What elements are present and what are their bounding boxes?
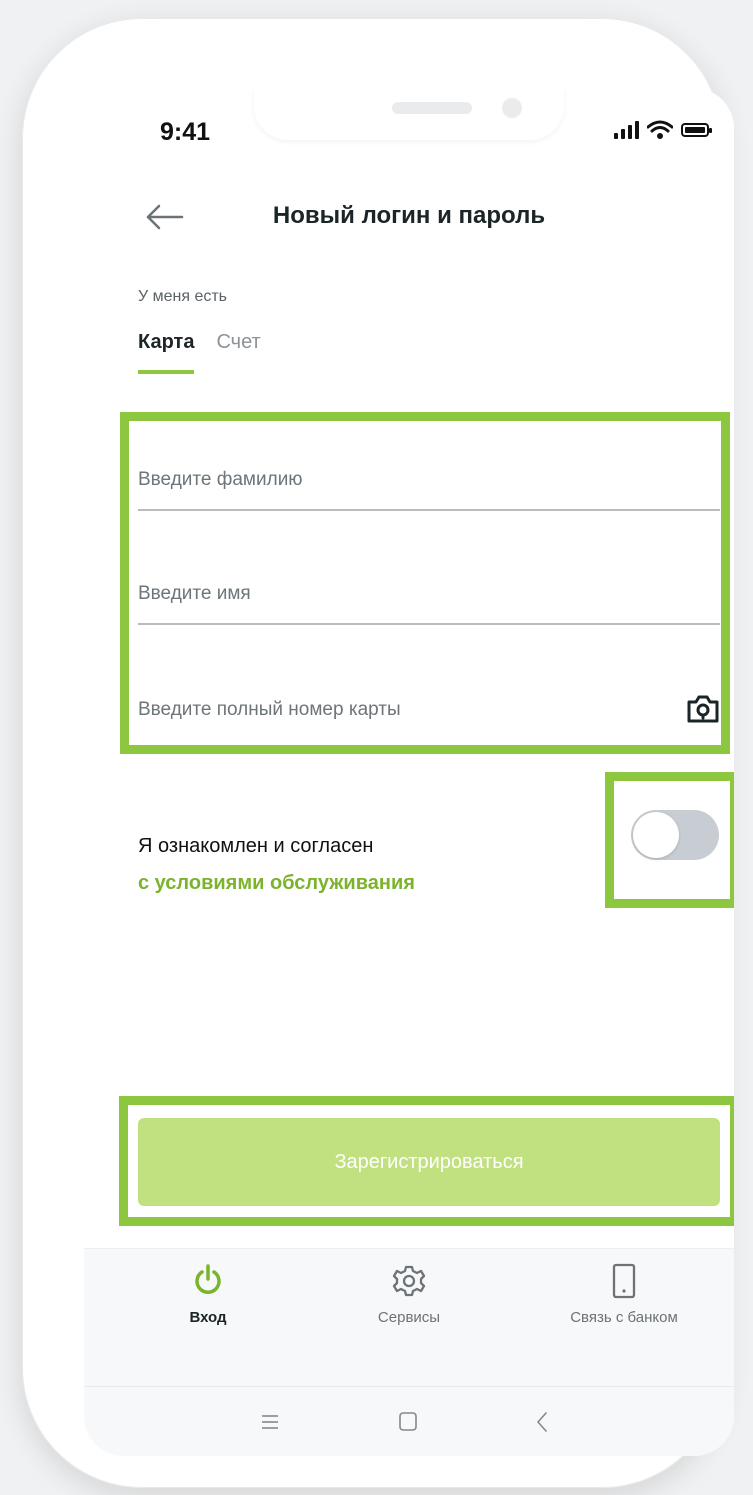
surname-input[interactable] [138, 451, 720, 511]
surname-field[interactable] [138, 451, 720, 511]
power-icon [195, 1264, 221, 1294]
phone-icon [612, 1263, 636, 1299]
front-camera [502, 98, 522, 118]
has-label: У меня есть [138, 288, 228, 305]
agreement-text: Я ознакомлен и согласен [138, 835, 374, 857]
battery-icon [681, 123, 712, 137]
home-square-icon[interactable] [388, 1407, 428, 1437]
register-button[interactable]: Зарегистрироваться [138, 1118, 720, 1206]
nav-item-contact-bank[interactable]: Связь с банком [524, 1261, 724, 1326]
status-time: 9:41 [160, 118, 211, 146]
nav-label-contact-bank: Связь с банком [570, 1309, 678, 1326]
tab-account[interactable]: Счет [216, 331, 260, 374]
bottom-nav: Вход Сервисы Связь с банком [84, 1248, 734, 1387]
tab-bar: Карта Счет [138, 331, 261, 374]
nav-item-services[interactable]: Сервисы [309, 1261, 509, 1326]
page-title: Новый логин и пароль [272, 202, 546, 229]
camera-icon[interactable] [686, 694, 720, 724]
name-input[interactable] [138, 565, 720, 625]
card-number-field[interactable] [138, 680, 720, 740]
status-icons [614, 118, 712, 142]
signal-icon [614, 121, 639, 139]
menu-icon[interactable] [250, 1407, 290, 1437]
terms-link[interactable]: с условиями обслуживания [138, 872, 415, 895]
phone-frame: 9:41 Новый логин и пароль У меня есть Ка… [22, 18, 734, 1488]
speaker [392, 102, 472, 114]
agreement-toggle[interactable] [631, 810, 719, 860]
card-number-input[interactable] [138, 680, 720, 740]
toggle-knob [633, 812, 679, 858]
gear-icon [392, 1265, 426, 1297]
nav-label-services: Сервисы [377, 1309, 441, 1326]
tab-card[interactable]: Карта [138, 331, 195, 374]
app-screen: 9:41 Новый логин и пароль У меня есть Ка… [84, 88, 734, 1456]
nav-label-login: Вход [189, 1309, 227, 1326]
nav-item-login[interactable]: Вход [108, 1261, 308, 1326]
system-nav-bar [84, 1386, 734, 1456]
name-field[interactable] [138, 565, 720, 625]
back-chevron-icon[interactable] [522, 1407, 562, 1437]
wifi-icon [647, 120, 673, 139]
